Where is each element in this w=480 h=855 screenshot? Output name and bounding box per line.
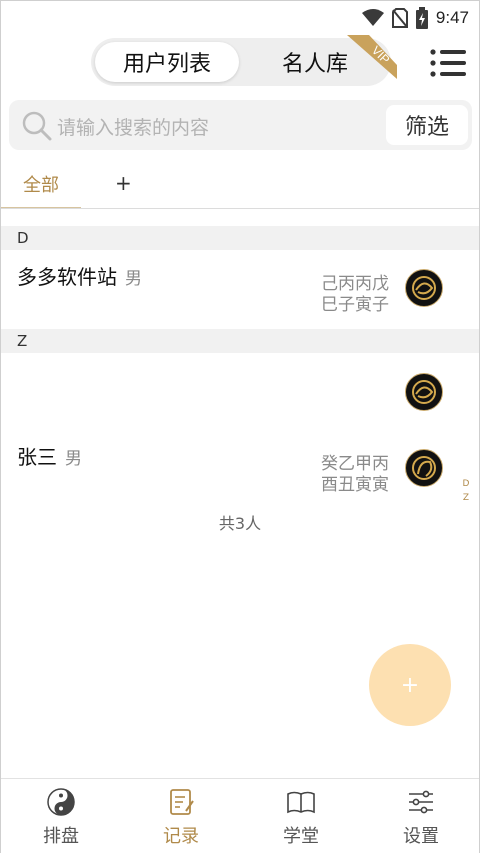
bazi-branches: 巳子寅子 (321, 295, 389, 315)
no-sim-icon (391, 8, 408, 28)
add-group-button[interactable]: + (115, 171, 132, 195)
book-icon (287, 791, 315, 814)
bottom-nav: 排盘 记录 学堂 设置 (1, 778, 479, 855)
bazi-stems: 己丙丙戊 (321, 274, 389, 294)
contact-name[interactable]: 张三男 (17, 441, 82, 470)
alphabet-index[interactable]: D Z (461, 477, 471, 505)
contact-name-text: 多多软件站 (17, 265, 117, 289)
filter-button[interactable]: 筛选 (386, 105, 468, 145)
status-bar: 9:47 (1, 1, 479, 33)
nav-item-records[interactable]: 记录 (121, 779, 241, 855)
menu-icon[interactable] (429, 47, 467, 79)
search-input[interactable]: 请输入搜索的内容 (57, 113, 209, 140)
section-header-d: D (1, 226, 479, 250)
zodiac-avatar-icon[interactable] (405, 269, 443, 307)
vip-badge: VIP (339, 35, 399, 79)
nav-item-paipan[interactable]: 排盘 (1, 779, 121, 855)
add-record-button[interactable]: + (369, 644, 451, 726)
wifi-icon (361, 9, 384, 26)
zodiac-avatar-icon[interactable] (405, 373, 443, 411)
nav-item-settings[interactable]: 设置 (361, 779, 480, 855)
bazi-branches: 酉丑寅寅 (321, 475, 389, 495)
notes-icon (170, 789, 194, 815)
battery-icon (415, 7, 428, 29)
contact-name-text: 张三 (17, 445, 57, 469)
divider (1, 208, 479, 209)
sliders-icon (409, 790, 433, 814)
contact-gender: 男 (65, 449, 82, 469)
tab-user-list[interactable]: 用户列表 (95, 42, 239, 82)
contact-name[interactable]: 多多软件站男 (17, 261, 142, 290)
index-letter[interactable]: Z (461, 491, 471, 505)
contact-gender: 男 (125, 269, 142, 289)
bazi-pillars: 癸乙甲丙 酉丑寅寅 (321, 454, 389, 496)
yin-yang-icon (47, 788, 75, 816)
nav-label: 排盘 (43, 826, 79, 847)
nav-label: 学堂 (283, 826, 319, 847)
clock: 9:47 (435, 8, 469, 27)
tab-all[interactable]: 全部 (23, 171, 59, 197)
zodiac-avatar-icon[interactable] (405, 449, 443, 487)
bazi-stems: 癸乙甲丙 (321, 454, 389, 474)
search-icon (22, 111, 52, 141)
nav-item-school[interactable]: 学堂 (241, 779, 361, 855)
total-count: 共3人 (218, 514, 262, 533)
section-header-z: Z (1, 329, 479, 353)
index-letter[interactable]: D (461, 477, 471, 491)
nav-label: 记录 (163, 826, 199, 847)
nav-label: 设置 (403, 826, 439, 847)
bazi-pillars: 己丙丙戊 巳子寅子 (321, 274, 389, 316)
